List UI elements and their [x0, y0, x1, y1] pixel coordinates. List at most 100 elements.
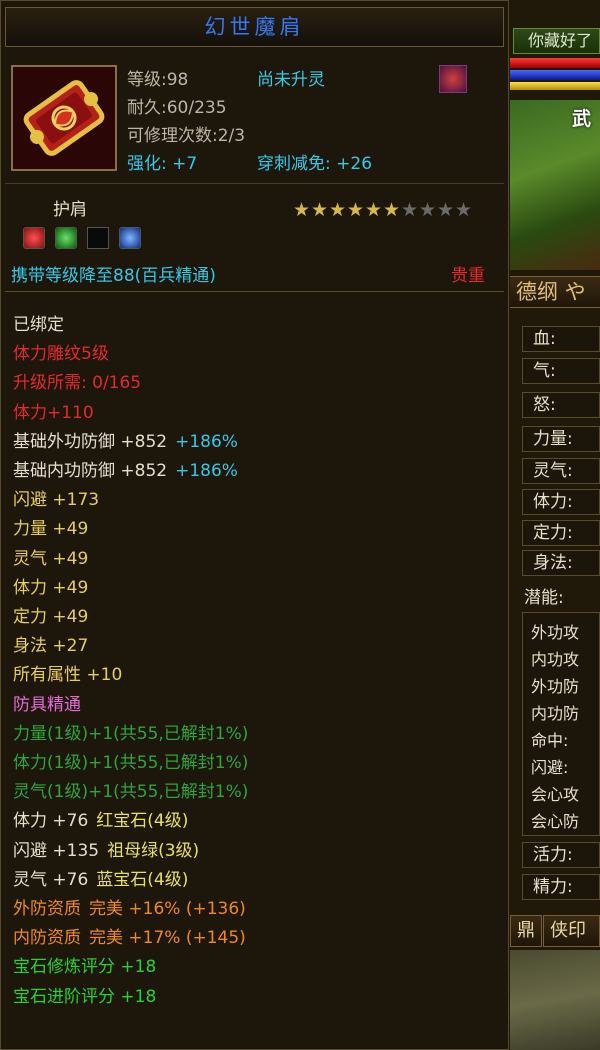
attribute-extra: +186% — [175, 461, 238, 481]
attribute-text: 身法 +27 — [13, 636, 89, 657]
attribute-line: 闪避 +173 — [13, 485, 99, 510]
attribute-line: 闪避 +135 祖母绿(3级) — [13, 836, 199, 861]
attribute-extra: +186% — [175, 431, 238, 452]
star-dim-icon: ★ — [401, 199, 419, 221]
attribute-text: 体力+110 — [13, 402, 94, 423]
attribute-line: 外防资质 完美 +16% (+136) — [13, 894, 246, 919]
ruby-gem-icon[interactable] — [23, 227, 45, 249]
hero-seal-button[interactable]: 侠印 — [543, 915, 600, 947]
side-stat-row: 怒: — [522, 392, 600, 418]
attribute-list: 已绑定体力雕纹5级升级所需: 0/165 体力+110 基础外功防御 +852 +18… — [5, 291, 504, 1048]
side-extra-stat-row: 活力: — [522, 842, 600, 868]
attribute-line: 身法 +27 — [13, 631, 88, 656]
item-type: 护肩 — [53, 200, 87, 220]
attribute-line: 力量(1级)+1(共55,已解封1%) — [13, 719, 248, 744]
attribute-text: 体力 +49 — [13, 577, 89, 598]
item-enhance: 强化: +7 — [127, 154, 198, 174]
item-name: 幻世魔肩 — [204, 15, 305, 39]
attribute-text: 防具精通 — [13, 694, 81, 715]
attribute-line: 体力 +76 红宝石(4级) — [13, 806, 188, 831]
side-extra-stat-row: 精力: — [522, 874, 600, 900]
latent-stat-row: 外功攻 — [531, 623, 580, 642]
latent-stat-row: 命中: — [531, 731, 569, 750]
attribute-extra: 祖母绿(3级) — [107, 840, 200, 861]
attribute-line: 所有属性 +10 — [13, 660, 122, 685]
attribute-line: 已绑定 — [13, 310, 64, 335]
side-stat-row: 力量: — [522, 426, 600, 452]
star-lit-icon: ★ — [383, 199, 401, 221]
attribute-line: 灵气 +49 — [13, 544, 88, 569]
attribute-line: 宝石修炼评分 +18 — [13, 952, 156, 977]
hp-bar — [510, 58, 600, 68]
item-title-bar: 幻世魔肩 — [5, 7, 504, 47]
attribute-extra: 蓝宝石(4级) — [96, 869, 189, 890]
attribute-text: 体力雕纹5级 — [13, 344, 109, 365]
side-stat-row: 血: — [522, 326, 600, 352]
attribute-text: 宝石进阶评分 +18 — [13, 986, 157, 1007]
item-repair-count: 可修理次数:2/3 — [127, 126, 246, 146]
attribute-line: 灵气(1级)+1(共55,已解封1%) — [13, 777, 248, 802]
attribute-text: 外防资质 — [13, 899, 81, 919]
side-stat-row: 体力: — [522, 489, 600, 515]
latent-stat-row: 外功防 — [531, 677, 580, 696]
attribute-extra: 完美 +16% (+136) — [89, 899, 246, 919]
item-tooltip: 幻世魔肩 等级:98 尚未升灵 耐久:60/235 可修理次数:2/3 强化: … — [0, 0, 509, 1050]
scene-label: 武 — [572, 108, 592, 130]
tripod-button[interactable]: 鼎 — [510, 915, 542, 947]
attribute-line: 体力 +49 — [13, 573, 88, 598]
side-stat-row: 定力: — [522, 520, 600, 546]
rune-icon[interactable] — [439, 65, 467, 93]
spirit-status: 尚未升灵 — [257, 70, 325, 90]
attribute-line: 基础外功防御 +852 +186% — [13, 427, 238, 452]
attribute-text: 基础外功防御 +852 — [13, 431, 168, 452]
side-stat-row: 气: — [522, 358, 600, 384]
attribute-text: 力量 +49 — [13, 519, 89, 540]
attribute-line: 宝石进阶评分 +18 — [13, 982, 156, 1007]
item-durability: 耐久:60/235 — [127, 98, 227, 118]
sapphire-gem-icon[interactable] — [119, 227, 141, 249]
greeting-banner: 你藏好了 — [513, 28, 600, 54]
attribute-line: 体力雕纹5级 — [13, 339, 109, 364]
item-pierce: 穿刺减免: +26 — [257, 154, 373, 174]
moral-tab[interactable]: 德纲 や — [510, 276, 600, 308]
attribute-extra: 红宝石(4级) — [96, 811, 189, 832]
attribute-text: 闪避 +173 — [13, 490, 100, 511]
star-dim-icon: ★ — [437, 199, 455, 221]
attribute-text: 内防资质 — [13, 928, 81, 949]
latent-stat-row: 会心防 — [531, 812, 580, 831]
attribute-text: 闪避 +135 — [13, 840, 100, 861]
attribute-text: 所有属性 +10 — [13, 665, 123, 686]
attribute-line: 防具精通 — [13, 690, 81, 715]
item-level: 等级:98 — [127, 70, 189, 90]
empty-gem-slot-icon[interactable] — [87, 227, 109, 249]
attribute-line: 升级所需: 0/165 — [13, 368, 141, 393]
attribute-extra: 完美 +17% (+145) — [89, 928, 246, 949]
latent-stat-row: 内功攻 — [531, 650, 580, 669]
attribute-line: 体力+110 — [13, 398, 94, 423]
attribute-text: 基础内功防御 +852 — [13, 461, 168, 481]
attribute-text: 升级所需: 0/165 — [13, 373, 142, 394]
attribute-text: 定力 +49 — [13, 607, 89, 627]
side-stat-row: 身法: — [522, 550, 600, 576]
side-stat-row: 灵气: — [522, 458, 600, 484]
attribute-text: 体力(1级)+1(共55,已解封1%) — [13, 753, 249, 773]
star-lit-icon: ★ — [311, 199, 329, 221]
star-lit-icon: ★ — [329, 199, 347, 221]
attribute-line: 灵气 +76 蓝宝石(4级) — [13, 865, 188, 890]
shoulder-armor-icon[interactable] — [11, 65, 117, 171]
rarity-label: 贵重 — [451, 266, 485, 286]
star-lit-icon: ★ — [293, 199, 311, 221]
latent-label: 潜能: — [524, 588, 564, 608]
attribute-line: 基础内功防御 +852 +186% — [13, 456, 238, 481]
attribute-text: 灵气 +49 — [13, 548, 89, 569]
attribute-text: 力量(1级)+1(共55,已解封1%) — [13, 723, 249, 744]
attribute-text: 宝石修炼评分 +18 — [13, 957, 157, 978]
emerald-gem-icon[interactable] — [55, 227, 77, 249]
attribute-text: 已绑定 — [13, 315, 64, 335]
latent-stat-row: 会心攻 — [531, 785, 580, 804]
attribute-text: 灵气 +76 — [13, 869, 89, 890]
star-dim-icon: ★ — [455, 199, 473, 221]
latent-stats: 外功攻 内功攻 外功防 内功防 命中: 闪避: 会心攻 会心防 — [522, 612, 600, 836]
attribute-text: 体力 +76 — [13, 811, 89, 832]
attribute-line: 定力 +49 — [13, 602, 88, 627]
